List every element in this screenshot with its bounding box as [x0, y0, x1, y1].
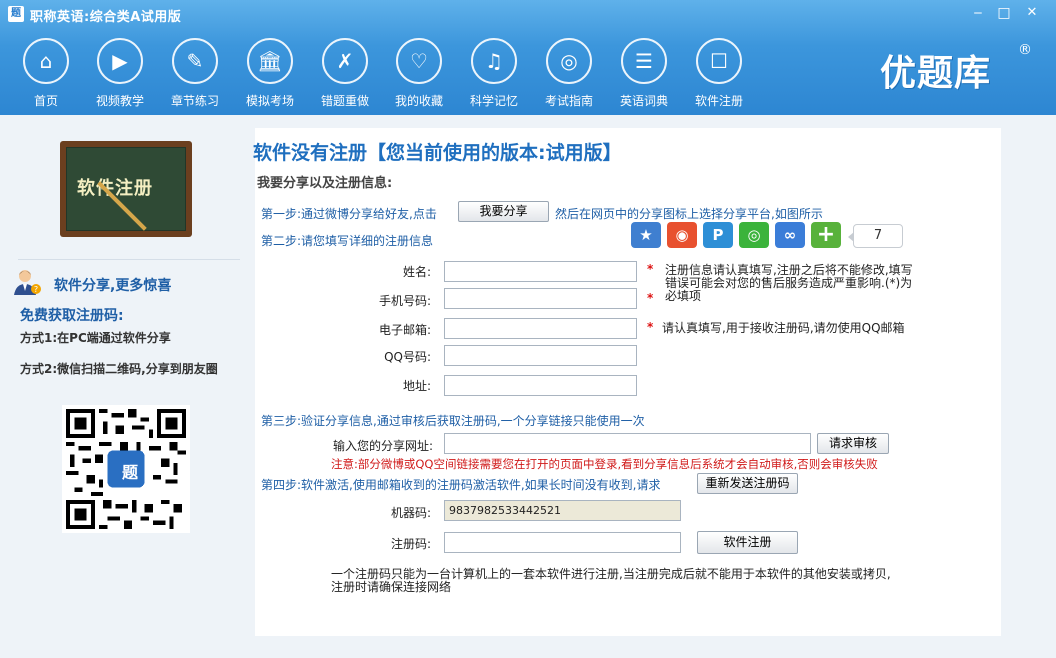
email-label: 电子邮箱: — [378, 323, 431, 337]
nav-redo-mistakes[interactable]: ✗ 错题重做 — [313, 36, 377, 112]
request-review-button[interactable]: 请求审核 — [817, 433, 889, 454]
free-code-title: 免费获取注册码: — [20, 308, 124, 324]
share-url-label: 输入您的分享网址: — [332, 439, 433, 453]
close-button[interactable]: ✕ — [1020, 4, 1044, 22]
footer-note: 一个注册码只能为一台计算机上的一套本软件进行注册,当注册完成后就不能用于本软件的… — [331, 567, 891, 594]
pen-x-icon: ✗ — [322, 38, 368, 84]
wechat-icon[interactable]: ◎ — [739, 222, 769, 248]
pencil-icon: ✎ — [172, 38, 218, 84]
app-logo-icon: 题 — [8, 6, 24, 22]
nav-mock-exam[interactable]: 🏛 模拟考场 — [238, 36, 302, 112]
nav-label: 视频教学 — [95, 94, 144, 108]
required-star: * — [647, 262, 654, 276]
nav-video[interactable]: ▶ 视频教学 — [88, 36, 152, 112]
reg-code-input[interactable] — [444, 532, 681, 553]
building-icon: 🏛 — [247, 38, 293, 84]
email-note: 请认真填写,用于接收注册码,请勿使用QQ邮箱 — [662, 321, 905, 335]
nav-label: 错题重做 — [320, 94, 369, 108]
nav-home[interactable]: ⌂ 首页 — [14, 36, 78, 112]
phone-label: 手机号码: — [378, 294, 431, 308]
share-count: 7 — [848, 224, 903, 248]
step1-prefix: 第一步:通过微博分享给好友,点击 — [261, 207, 437, 221]
reg-code-label: 注册码: — [390, 537, 431, 551]
required-star: * — [647, 320, 654, 334]
nav-label: 模拟考场 — [245, 94, 294, 108]
qzone-star-icon[interactable]: ★ — [631, 222, 661, 248]
renren-icon[interactable]: ∞ — [775, 222, 805, 248]
left-sidebar: 软件注册 ? 软件分享,更多惊喜 免费获取注册码: 方式1:在PC端通过软件分享… — [4, 115, 244, 655]
registration-panel: 软件没有注册【您当前使用的版本:试用版】 我要分享以及注册信息: 第一步:通过微… — [253, 128, 1001, 636]
name-input[interactable] — [444, 261, 637, 282]
resend-code-button[interactable]: 重新发送注册码 — [697, 473, 798, 494]
step3-text: 第三步:验证分享信息,通过审核后获取注册码,一个分享链接只能使用一次 — [261, 414, 645, 428]
step1-suffix: 然后在网页中的分享图标上选择分享平台,如图所示 — [555, 207, 823, 221]
page-subtitle: 我要分享以及注册信息: — [257, 176, 393, 191]
warning-text: 注意:部分微博或QQ空间链接需要您在打开的页面中登录,看到分享信息后系统才会自动… — [331, 457, 878, 471]
app-header: 题 职称英语:综合类A试用版 ‒ □ ✕ ⌂ 首页 ▶ 视频教学 ✎ 章节练习 … — [0, 0, 1056, 115]
nav-label: 考试指南 — [544, 94, 593, 108]
weibo-icon[interactable]: ◉ — [667, 222, 697, 248]
divider — [18, 259, 240, 260]
step2-text: 第二步:请您填写详细的注册信息 — [261, 234, 434, 248]
method-1-text: 方式1:在PC端通过软件分享 — [20, 331, 171, 345]
nav-exam-guide[interactable]: ◎ 考试指南 — [537, 36, 601, 112]
address-label: 地址: — [402, 379, 431, 393]
step4-text: 第四步:软件激活,使用邮箱收到的注册码激活软件,如果长时间没有收到,请求 — [261, 478, 661, 492]
address-input[interactable] — [444, 375, 637, 396]
share-button[interactable]: 我要分享 — [458, 201, 549, 222]
id-card-icon: ☐ — [696, 38, 742, 84]
minimize-button[interactable]: ‒ — [966, 4, 990, 22]
name-note: 注册信息请认真填写,注册之后将不能修改,填写错误可能会对您的售后服务造成严重影响… — [665, 263, 913, 303]
register-button[interactable]: 软件注册 — [697, 531, 798, 554]
user-icon: ? — [14, 270, 41, 295]
registered-mark: ® — [1018, 42, 1032, 58]
required-star: * — [647, 291, 654, 305]
nav-register[interactable]: ☐ 软件注册 — [687, 36, 751, 112]
name-label: 姓名: — [402, 265, 431, 279]
note-icon: ♫ — [471, 38, 517, 84]
window-title: 职称英语:综合类A试用版 — [30, 10, 182, 25]
nav-chapter-practice[interactable]: ✎ 章节练习 — [163, 36, 227, 112]
chalkboard-image: 软件注册 — [60, 141, 192, 237]
nav-label: 首页 — [33, 94, 58, 108]
book-icon: ☰ — [621, 38, 667, 84]
maximize-button[interactable]: □ — [992, 4, 1016, 22]
nav-label: 科学记忆 — [469, 94, 518, 108]
machine-code-field — [444, 500, 681, 521]
share-title: 软件分享,更多惊喜 — [54, 278, 172, 294]
nav-label: 软件注册 — [694, 94, 743, 108]
svg-text:?: ? — [34, 285, 38, 294]
nav-memory[interactable]: ♫ 科学记忆 — [462, 36, 526, 112]
share-url-input[interactable] — [444, 433, 811, 454]
qq-input[interactable] — [444, 345, 637, 366]
brand-logo: 优题库 — [880, 53, 992, 94]
nav-label: 章节练习 — [170, 94, 219, 108]
page-title: 软件没有注册【您当前使用的版本:试用版】 — [253, 142, 622, 164]
nav-dictionary[interactable]: ☰ 英语词典 — [612, 36, 676, 112]
heart-icon: ♡ — [396, 38, 442, 84]
qr-code: 题 — [62, 405, 190, 533]
qr-center-logo: 题 — [121, 463, 138, 482]
nav-favorites[interactable]: ♡ 我的收藏 — [387, 36, 451, 112]
video-icon: ▶ — [97, 38, 143, 84]
qq-label: QQ号码: — [384, 350, 431, 364]
nav-label: 英语词典 — [619, 94, 668, 108]
nav-label: 我的收藏 — [394, 94, 443, 108]
email-input[interactable] — [444, 318, 637, 339]
home-icon: ⌂ — [23, 38, 69, 84]
machine-code-label: 机器码: — [390, 506, 431, 520]
method-2-text: 方式2:微信扫描二维码,分享到朋友圈 — [20, 362, 218, 376]
plus-icon[interactable]: + — [811, 222, 841, 248]
pengyou-icon[interactable]: P — [703, 222, 733, 248]
phone-input[interactable] — [444, 288, 637, 309]
compass-icon: ◎ — [546, 38, 592, 84]
title-bar: 题 职称英语:综合类A试用版 ‒ □ ✕ — [0, 0, 1056, 28]
